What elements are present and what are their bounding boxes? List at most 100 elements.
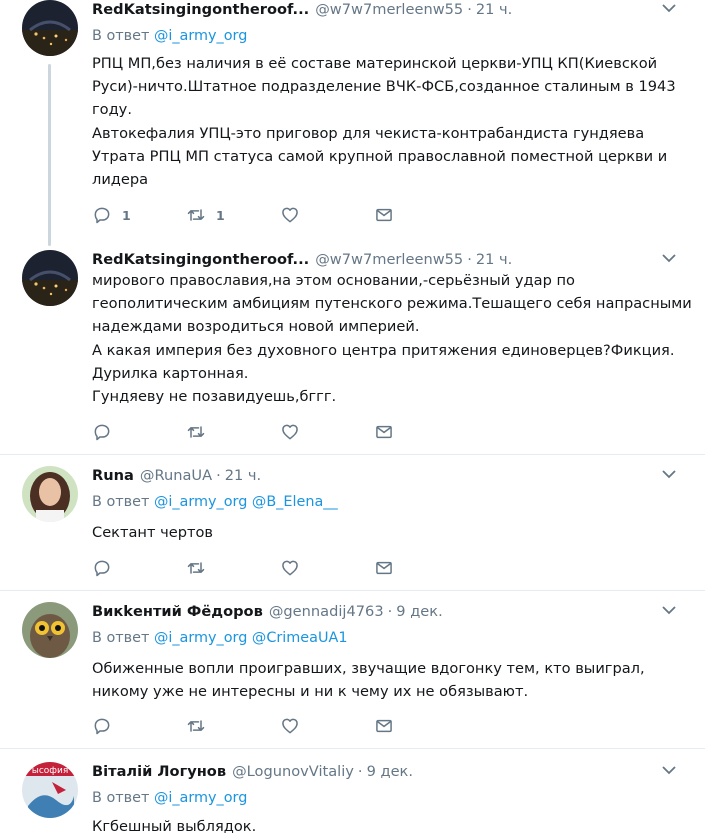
text-line: Гундяеву не позавидуешь,бггг.: [92, 388, 337, 406]
tweet-text: РПЦ МП,без наличия в её составе материнс…: [92, 52, 677, 191]
like-button[interactable]: [280, 557, 300, 579]
reply-button[interactable]: 1: [92, 204, 131, 226]
retweet-icon: [187, 720, 205, 732]
action-bar: [92, 557, 492, 579]
separator-dot: ·: [387, 603, 393, 620]
text-line: никому уже не интересны и ни к чему их н…: [92, 683, 529, 701]
reply-icon: [94, 718, 110, 735]
retweet-count: 1: [216, 207, 225, 223]
author-name[interactable]: RedKatsingingontheroof...: [92, 251, 309, 268]
direct-message-button[interactable]: [374, 421, 394, 443]
tweet[interactable]: RedKatsingingontheroof... @w7w7merleenw5…: [0, 250, 705, 446]
author-handle[interactable]: @w7w7merleenw55: [315, 251, 463, 268]
text-line: Руси)-ничто.Штатное подразделение ВЧК-ФС…: [92, 78, 676, 96]
chevron-down-icon[interactable]: [661, 604, 677, 616]
chevron-down-icon[interactable]: [661, 2, 677, 14]
author-name[interactable]: Віталій Логунов: [92, 763, 226, 780]
author-name[interactable]: Runa: [92, 467, 134, 484]
timestamp[interactable]: 9 дек.: [367, 763, 413, 780]
author-name[interactable]: Викkентий Фёдоров: [92, 603, 263, 620]
reply-context: В ответ @i_army_org: [92, 28, 247, 44]
author-handle[interactable]: @gennadij4763: [269, 603, 384, 620]
text-line: Автокефалия УПЦ-это приговор для чекиста…: [92, 124, 645, 142]
direct-message-button[interactable]: [374, 557, 394, 579]
like-icon: [282, 718, 298, 734]
text-line: Сектант чертов: [92, 524, 214, 541]
tweet[interactable]: RedKatsingingontheroof... @w7w7merleenw5…: [0, 0, 705, 236]
mention-link[interactable]: @i_army_org: [154, 630, 247, 646]
tweet-header: RedKatsingingontheroof... @w7w7merleenw5…: [92, 251, 655, 271]
reply-prefix: В ответ: [92, 28, 150, 44]
chevron-down-icon[interactable]: [661, 252, 677, 264]
text-line: лидера: [92, 171, 149, 189]
direct-message-icon: [376, 208, 392, 222]
separator-dot: ·: [467, 1, 472, 18]
reply-context: В ответ @i_army_org @CrimeaUA1: [92, 630, 348, 646]
author-handle[interactable]: @LogunovVitaliy: [232, 763, 354, 780]
mention-link[interactable]: @i_army_org: [154, 790, 247, 806]
reply-context: В ответ @i_army_org: [92, 790, 247, 806]
avatar[interactable]: ысофия: [22, 762, 78, 818]
mention-link[interactable]: @i_army_org: [154, 28, 247, 44]
tweet[interactable]: Викkентий Фёдоров @gennadij4763 · 9 дек.…: [0, 602, 705, 738]
author-handle[interactable]: @RunaUA: [140, 467, 212, 484]
like-button[interactable]: [280, 204, 300, 226]
retweet-icon: [187, 562, 205, 574]
reply-icon: [94, 207, 110, 224]
retweet-button[interactable]: 1: [186, 204, 225, 226]
chevron-down-icon[interactable]: [661, 764, 677, 776]
retweet-button[interactable]: [186, 421, 206, 443]
reply-button[interactable]: [92, 557, 112, 579]
retweet-button[interactable]: [186, 557, 206, 579]
direct-message-icon: [376, 561, 392, 575]
avatar[interactable]: [22, 250, 78, 306]
tweet-timeline: RedKatsingingontheroof... @w7w7merleenw5…: [0, 0, 705, 839]
mention-link[interactable]: @i_army_org: [154, 494, 247, 510]
tweet[interactable]: ысофия Віталій Логунов @LogunovVitaliy ·…: [0, 762, 705, 839]
tweet-header: Runa @RunaUA · 21 ч.: [92, 467, 655, 487]
timestamp[interactable]: 21 ч.: [225, 467, 261, 484]
divider: [0, 748, 705, 749]
separator-dot: ·: [357, 763, 363, 780]
direct-message-button[interactable]: [374, 204, 394, 226]
text-line: А какая империя без духовного центра при…: [92, 341, 675, 359]
like-button[interactable]: [280, 715, 300, 737]
mention-link[interactable]: @B_Elena__: [252, 494, 338, 510]
reply-icon: [94, 424, 110, 441]
timestamp[interactable]: 9 дек.: [396, 603, 442, 620]
avatar[interactable]: [22, 602, 78, 658]
tweet-text: Обиженные вопли проигравших, звучащие вд…: [92, 657, 677, 703]
reply-button[interactable]: [92, 421, 112, 443]
avatar-badge-text: ысофия: [32, 766, 69, 776]
reply-icon: [94, 560, 110, 577]
timestamp[interactable]: 21 ч.: [476, 1, 512, 18]
tweet-header: Віталій Логунов @LogunovVitaliy · 9 дек.: [92, 763, 655, 783]
separator-dot: ·: [467, 251, 472, 268]
direct-message-button[interactable]: [374, 715, 394, 737]
text-line: Утрата РПЦ МП статуса самой крупной прав…: [92, 147, 668, 165]
like-icon: [282, 560, 298, 576]
retweet-icon: [187, 209, 205, 221]
text-line: мирового православия,на этом основании,-…: [92, 272, 575, 289]
author-handle[interactable]: @w7w7merleenw55: [315, 1, 463, 18]
chevron-down-icon[interactable]: [661, 468, 677, 480]
like-button[interactable]: [280, 421, 300, 443]
tweet-header: RedKatsingingontheroof... @w7w7merleenw5…: [92, 1, 655, 21]
avatar[interactable]: [22, 466, 78, 522]
tweet[interactable]: Runa @RunaUA · 21 ч. В ответ @i_army_org…: [0, 466, 705, 582]
reply-count: 1: [122, 207, 131, 223]
action-bar: 1 1: [92, 204, 492, 226]
retweet-button[interactable]: [186, 715, 206, 737]
author-name[interactable]: RedKatsingingontheroof...: [92, 1, 309, 18]
divider: [0, 454, 705, 455]
reply-prefix: В ответ: [92, 494, 150, 510]
avatar[interactable]: [22, 0, 78, 56]
reply-prefix: В ответ: [92, 790, 150, 806]
reply-button[interactable]: [92, 715, 112, 737]
mention-link[interactable]: @CrimeaUA1: [252, 630, 348, 646]
timestamp[interactable]: 21 ч.: [476, 251, 512, 268]
text-line: Обиженные вопли проигравших, звучащие вд…: [92, 660, 645, 677]
action-bar: [92, 421, 492, 443]
text-line: Кгбешный выблядок.: [92, 818, 257, 835]
like-icon: [282, 207, 298, 223]
